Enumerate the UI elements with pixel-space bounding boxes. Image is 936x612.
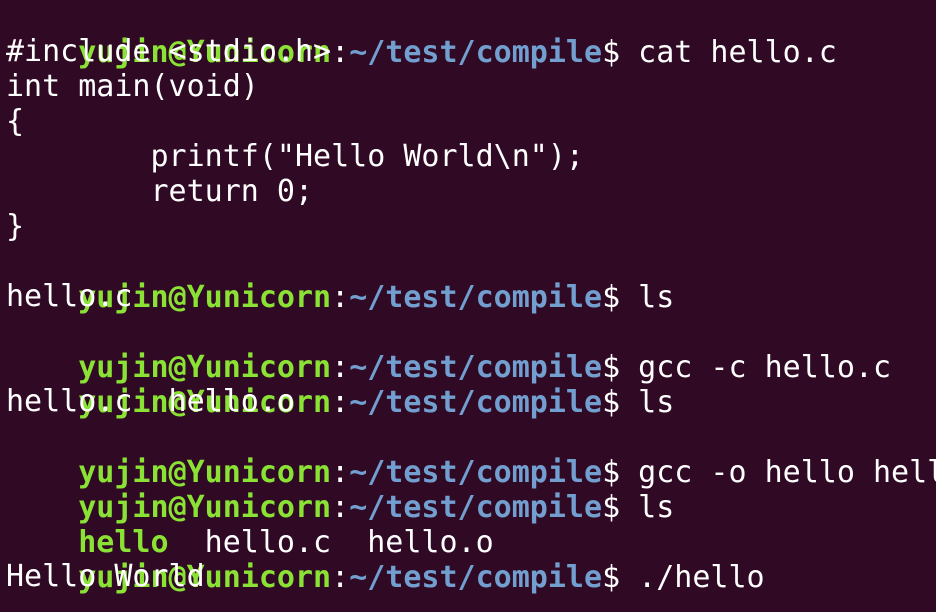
output-line: { (6, 104, 25, 139)
command-text: ls (620, 280, 675, 315)
prompt-symbol: $ (602, 350, 621, 385)
output-line: return 0; (6, 174, 314, 209)
prompt-symbol: $ (602, 385, 621, 420)
prompt-separator: : (331, 350, 350, 385)
prompt-separator: : (331, 35, 350, 70)
prompt-symbol: $ (602, 280, 621, 315)
terminal-window[interactable]: yujin@Yunicorn:~/test/compile$ cat hello… (0, 0, 936, 612)
prompt-symbol: $ (602, 35, 621, 70)
prompt-symbol: $ (602, 455, 621, 490)
prompt-separator: : (331, 385, 350, 420)
prompt-path: ~/test/compile (349, 455, 603, 490)
command-text: gcc -o hello hello.c (638, 455, 936, 490)
prompt-symbol: $ (602, 490, 621, 525)
prompt-line: yujin@Yunicorn:~/test/compile$ gcc -c he… (6, 314, 936, 385)
prompt-separator: : (331, 280, 350, 315)
command-text: ls (620, 385, 675, 420)
prompt-path: ~/test/compile (349, 385, 603, 420)
prompt-path: ~/test/compile (349, 560, 603, 595)
prompt-line: yujin@Yunicorn:~/test/compile$ ls (6, 244, 936, 315)
prompt-separator: : (331, 490, 350, 525)
command-text: ls (620, 490, 675, 525)
prompt-symbol: $ (602, 560, 621, 595)
file-names: hello.c hello.o (168, 525, 494, 560)
prompt-path: ~/test/compile (349, 280, 603, 315)
command-text: ./hello (620, 560, 765, 595)
prompt-user-host: yujin@Yunicorn (78, 350, 332, 385)
prompt-line: yujin@Yunicorn:~/test/compile$ gcc -o he… (6, 419, 936, 490)
output-line: } (6, 209, 25, 244)
command-text: gcc -c hello.c (620, 350, 892, 385)
prompt-path: ~/test/compile (349, 350, 603, 385)
output-line: printf("Hello World\n"); (6, 139, 584, 174)
prompt-line: yujin@Yunicorn:~/test/compile$ cat hello… (6, 0, 936, 70)
executable-file-name: hello (78, 525, 169, 560)
prompt-separator: : (331, 455, 350, 490)
prompt-user-host: yujin@Yunicorn (78, 455, 332, 490)
prompt-separator: : (331, 560, 350, 595)
prompt-path: ~/test/compile (349, 35, 603, 70)
prompt-path: ~/test/compile (349, 490, 603, 525)
prompt-user-host: yujin@Yunicorn (78, 490, 332, 525)
output-line: int main(void) (6, 69, 259, 104)
command-text: cat hello.c (620, 35, 837, 70)
